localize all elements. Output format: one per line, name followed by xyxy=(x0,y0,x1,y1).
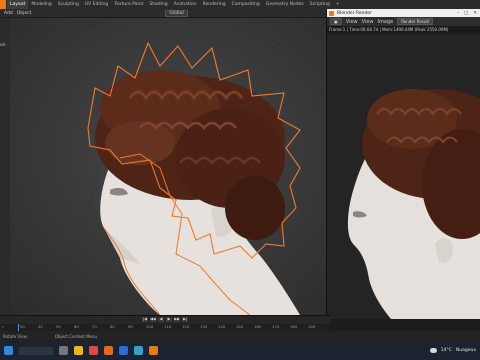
mode-label: ols xyxy=(0,42,6,47)
render-menu-bar: ▣ View View Image Render Result xyxy=(327,17,480,26)
ruler-tick: 80 xyxy=(110,324,115,329)
status-bar: Rotate View Object Context Menu xyxy=(0,331,480,341)
viewport-scene xyxy=(0,7,351,360)
tab-geometry-nodes[interactable]: Geometry Nodes xyxy=(263,0,307,9)
transform-orientation-select[interactable]: Global xyxy=(165,10,188,17)
tab-sculpting[interactable]: Sculpting xyxy=(55,0,82,9)
mouse-hint-rotate: Rotate View xyxy=(3,333,27,339)
tab-rendering[interactable]: Rendering xyxy=(200,0,229,9)
weather-status: Nuageux xyxy=(455,348,476,353)
search-box[interactable] xyxy=(19,346,53,355)
ruler-tick: 70 xyxy=(92,324,97,329)
os-taskbar: 14°C Nuageux xyxy=(0,341,480,360)
edge-icon[interactable] xyxy=(134,346,143,355)
ruler-tick: 50 xyxy=(56,324,61,329)
ruler-tick: 130 xyxy=(200,324,208,329)
close-icon[interactable]: ✕ xyxy=(473,11,477,16)
render-window: Blender Render – □ ✕ ▣ View View Image R… xyxy=(326,9,480,319)
ruler-tick: 100 xyxy=(146,324,154,329)
temperature: 14°C xyxy=(440,348,452,353)
tab-texture-paint[interactable]: Texture Paint xyxy=(111,0,146,9)
ruler-tick: 160 xyxy=(254,324,262,329)
image-selector[interactable]: Render Result xyxy=(397,18,434,25)
add-menu[interactable]: Add xyxy=(4,11,13,16)
chrome-icon[interactable] xyxy=(89,346,98,355)
ruler-tick: 170 xyxy=(272,324,280,329)
workspace-tabs: Layout Modeling Sculpting UV Editing Texture… xyxy=(7,0,343,9)
jump-keyframe-forward-button[interactable]: ▶▶ xyxy=(174,317,180,322)
render-title-bar: Blender Render – □ ✕ xyxy=(327,9,480,17)
add-workspace-icon[interactable]: + xyxy=(333,0,343,9)
rendered-portrait xyxy=(347,89,480,319)
mouse-hint-context: Object Context Menu xyxy=(54,333,98,339)
start-icon[interactable] xyxy=(4,346,13,355)
render-image[interactable] xyxy=(327,34,480,319)
app-window: Layout Modeling Sculpting UV Editing Texture… xyxy=(0,0,480,360)
ruler-tick: 150 xyxy=(236,324,244,329)
word-icon[interactable] xyxy=(119,346,128,355)
tab-shading[interactable]: Shading xyxy=(146,0,170,9)
menu-view[interactable]: View xyxy=(346,19,358,25)
tab-layout[interactable]: Layout xyxy=(7,0,29,9)
3d-viewport[interactable] xyxy=(0,7,351,360)
window-controls: – □ ✕ xyxy=(457,11,480,16)
task-view-icon[interactable] xyxy=(59,346,68,355)
blender-logo-icon[interactable] xyxy=(0,0,6,9)
ruler-tick: 90 xyxy=(128,324,133,329)
blender-logo-icon xyxy=(329,10,334,16)
jump-keyframe-back-button[interactable]: ◀◀ xyxy=(150,317,156,322)
file-explorer-icon[interactable] xyxy=(74,346,83,355)
play-reverse-button[interactable]: ◀ xyxy=(158,317,164,322)
ruler-tick: 30 xyxy=(20,324,25,329)
ruler-tick: 120 xyxy=(182,324,190,329)
menu-view-2[interactable]: View xyxy=(362,19,374,25)
tab-animation[interactable]: Animation xyxy=(171,0,200,9)
system-tray: 14°C Nuageux xyxy=(429,348,480,353)
ruler-tick: 110 xyxy=(164,324,172,329)
ruler-tick: 40 xyxy=(38,324,43,329)
play-button[interactable]: ▶ xyxy=(166,317,172,322)
menu-image[interactable]: Image xyxy=(378,19,394,25)
viewport-header: Add Object Global xyxy=(0,9,330,18)
ruler-tick: 180 xyxy=(290,324,298,329)
tab-compositing[interactable]: Compositing xyxy=(229,0,263,9)
playback-controls: |◀ ◀◀ ◀ ▶ ▶▶ ▶| xyxy=(0,316,330,323)
ruler-tick: 190 xyxy=(308,324,316,329)
tab-scripting[interactable]: Scripting xyxy=(307,0,333,9)
blender-taskbar-icon[interactable] xyxy=(149,346,158,355)
editor-type-select[interactable]: ▣ xyxy=(330,18,342,25)
object-menu[interactable]: Object xyxy=(17,11,32,16)
jump-end-button[interactable]: ▶| xyxy=(182,317,188,322)
jump-start-button[interactable]: |◀ xyxy=(142,317,148,322)
ruler-tick: 140 xyxy=(218,324,226,329)
tab-modeling[interactable]: Modeling xyxy=(28,0,54,9)
ruler-tick: 60 xyxy=(74,324,79,329)
timeline[interactable]: |◀ ◀◀ ◀ ▶ ▶▶ ▶| r 30 40 50 60 70 80 90 1… xyxy=(0,315,330,332)
tab-uv-editing[interactable]: UV Editing xyxy=(82,0,111,9)
maximize-icon[interactable]: □ xyxy=(464,11,468,16)
toolbar-strip[interactable] xyxy=(0,18,10,315)
cloud-icon xyxy=(429,348,437,353)
render-info-line: Frame:1 | Time:00:04.74 | Mem:1490.44M (… xyxy=(327,26,480,34)
firefox-icon[interactable] xyxy=(104,346,113,355)
timeline-start-label: r xyxy=(2,324,4,329)
render-window-title: Blender Render xyxy=(337,10,372,16)
minimize-icon[interactable]: – xyxy=(457,11,459,16)
